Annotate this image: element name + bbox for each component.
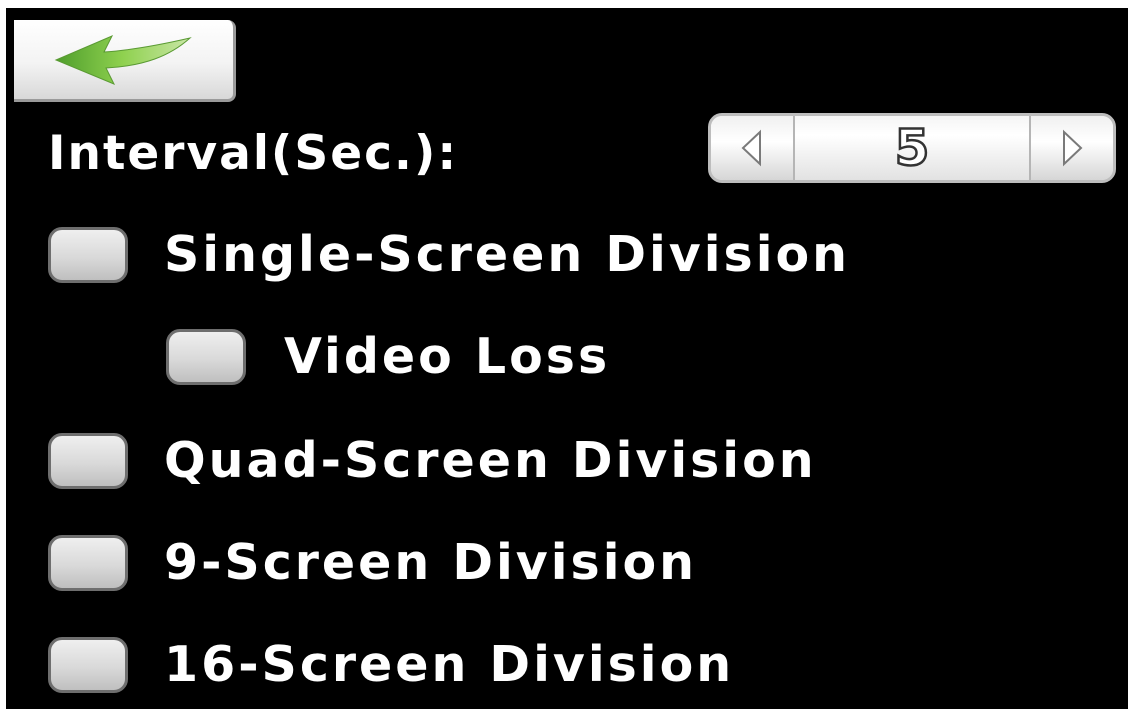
sixteen-screen-option[interactable]: 16-Screen Division [48, 636, 734, 693]
back-arrow-icon [54, 35, 192, 85]
settings-screen: Interval(Sec.): 5 Single-Screen Division… [6, 8, 1128, 709]
sixteen-screen-checkbox[interactable] [48, 636, 128, 693]
single-screen-label: Single-Screen Division [164, 226, 851, 283]
quad-screen-option[interactable]: Quad-Screen Division [48, 432, 817, 489]
nine-screen-checkbox[interactable] [48, 534, 128, 591]
interval-decrement-button[interactable] [711, 116, 795, 180]
interval-label: Interval(Sec.): [48, 126, 459, 181]
interval-stepper[interactable]: 5 [708, 113, 1116, 183]
single-screen-checkbox[interactable] [48, 226, 128, 283]
interval-value: 5 [893, 118, 930, 179]
nine-screen-option[interactable]: 9-Screen Division [48, 534, 697, 591]
triangle-left-icon [741, 129, 761, 167]
nine-screen-label: 9-Screen Division [164, 534, 698, 591]
video-loss-checkbox[interactable] [166, 328, 246, 385]
back-button[interactable] [14, 20, 236, 102]
video-loss-label: Video Loss [284, 328, 611, 385]
interval-increment-button[interactable] [1029, 116, 1113, 180]
triangle-right-icon [1063, 129, 1083, 167]
single-screen-option[interactable]: Single-Screen Division [48, 226, 850, 283]
quad-screen-checkbox[interactable] [48, 432, 128, 489]
quad-screen-label: Quad-Screen Division [164, 432, 817, 489]
sixteen-screen-label: 16-Screen Division [164, 636, 735, 693]
video-loss-option[interactable]: Video Loss [166, 328, 610, 385]
